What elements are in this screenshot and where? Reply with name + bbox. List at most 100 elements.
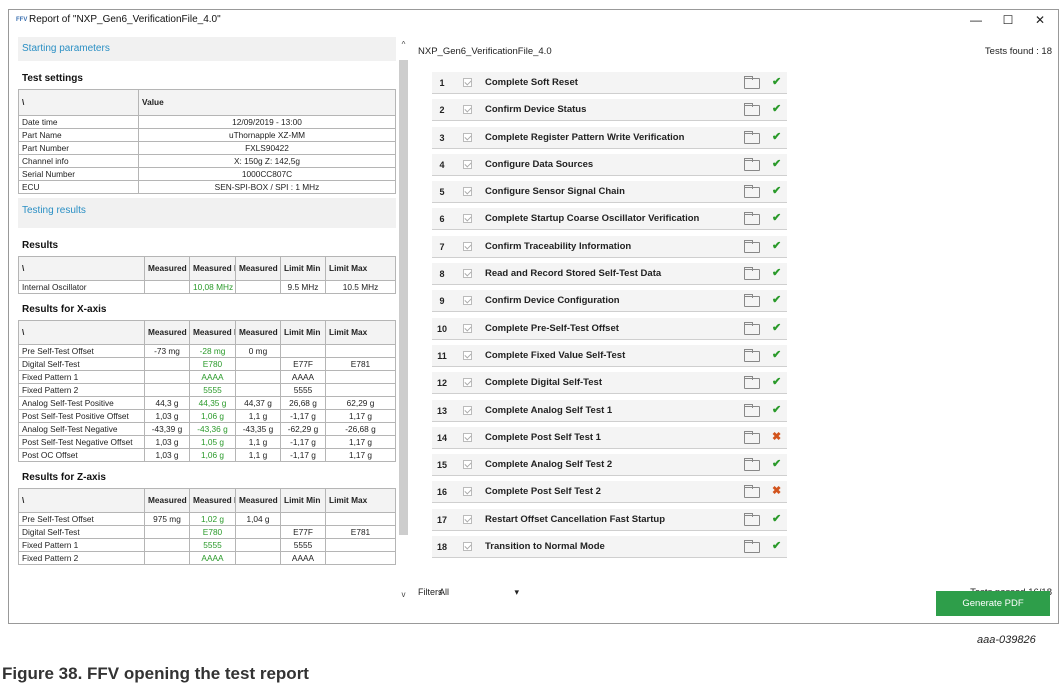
folder-icon[interactable]	[744, 157, 760, 171]
measured-mean: 1,06 g	[189, 409, 236, 423]
checkbox[interactable]	[463, 105, 472, 115]
measured-mean: 1,06 g	[189, 448, 236, 462]
checkbox[interactable]	[463, 350, 472, 360]
folder-icon[interactable]	[744, 540, 760, 554]
testing-results-header[interactable]: Testing results	[18, 198, 396, 228]
folder-icon[interactable]	[744, 485, 760, 499]
test-row[interactable]: 11 Complete Fixed Value Self-Test ✔	[432, 342, 802, 369]
folder-icon[interactable]	[744, 294, 760, 308]
folder-icon[interactable]	[744, 348, 760, 362]
measured-min	[144, 370, 190, 384]
scrollbar-thumb[interactable]	[399, 60, 408, 535]
test-name: Complete Startup Coarse Oscillator Verif…	[485, 213, 700, 225]
table-header-row: \Measured MinMeasured MeanMeasured MaxLi…	[18, 320, 396, 345]
test-row[interactable]: 2 Confirm Device Status ✔	[432, 96, 802, 123]
checkbox[interactable]	[463, 214, 472, 224]
measured-max	[235, 357, 281, 371]
checkbox[interactable]	[463, 405, 472, 415]
test-row[interactable]: 10 Complete Pre-Self-Test Offset ✔	[432, 315, 802, 342]
limit-max	[325, 538, 396, 552]
folder-icon[interactable]	[744, 512, 760, 526]
test-row[interactable]: 17 Restart Offset Cancellation Fast Start…	[432, 506, 802, 533]
measured-max	[235, 538, 281, 552]
limit-max: 1,17 g	[325, 409, 396, 423]
check-icon: ✔	[772, 321, 782, 334]
test-row[interactable]: 5 Configure Sensor Signal Chain ✔	[432, 178, 802, 205]
checkbox[interactable]	[463, 432, 472, 442]
starting-parameters-header[interactable]: Starting parameters	[18, 37, 396, 61]
checkbox[interactable]	[463, 78, 472, 87]
test-row[interactable]: 12 Complete Digital Self-Test ✔	[432, 369, 802, 396]
checkbox[interactable]	[463, 159, 472, 169]
limit-min: 9.5 MHz	[280, 280, 326, 294]
test-settings-title: Test settings	[22, 73, 83, 84]
maximize-icon[interactable]: ☐	[998, 13, 1018, 27]
test-row[interactable]: 7 Confirm Traceability Information ✔	[432, 233, 802, 260]
test-row[interactable]: 15 Complete Analog Self Test 2 ✔	[432, 451, 802, 478]
scroll-down-icon[interactable]: v	[399, 590, 408, 599]
test-row[interactable]: 13 Complete Analog Self Test 1 ✔	[432, 397, 802, 424]
test-row[interactable]: 14 Complete Post Self Test 1 ✖	[432, 424, 802, 451]
folder-icon[interactable]	[744, 376, 760, 390]
scroll-up-icon[interactable]: ^	[399, 40, 408, 49]
limit-min: 5555	[280, 538, 326, 552]
check-icon: ✔	[772, 376, 782, 389]
generate-pdf-button[interactable]: Generate PDF	[936, 591, 1050, 616]
result-name: Fixed Pattern 1	[18, 538, 145, 552]
test-row[interactable]: 16 Complete Post Self Test 2 ✖	[432, 478, 802, 505]
folder-icon[interactable]	[744, 321, 760, 335]
test-name: Complete Post Self Test 1	[485, 431, 601, 443]
measured-min	[144, 525, 190, 539]
test-name: Configure Data Sources	[485, 158, 594, 170]
column-header: \	[18, 256, 145, 281]
test-name: Complete Pre-Self-Test Offset	[485, 322, 619, 334]
checkbox[interactable]	[463, 296, 472, 306]
folder-icon[interactable]	[744, 76, 760, 89]
folder-icon[interactable]	[744, 103, 760, 117]
setting-value: FXLS90422	[138, 141, 396, 155]
column-header: Measured Max	[235, 488, 281, 513]
checkbox[interactable]	[463, 269, 472, 279]
folder-icon[interactable]	[744, 458, 760, 472]
test-row[interactable]: 6 Complete Startup Coarse Oscillator Veri…	[432, 205, 802, 232]
folder-icon[interactable]	[744, 403, 760, 417]
measured-max: 0 mg	[235, 344, 281, 358]
left-scrollbar[interactable]: ^ v	[399, 40, 408, 600]
folder-icon[interactable]	[744, 430, 760, 444]
checkbox[interactable]	[463, 542, 472, 552]
test-row[interactable]: 4 Configure Data Sources ✔	[432, 151, 802, 178]
test-row[interactable]: 8 Read and Record Stored Self-Test Data ✔	[432, 260, 802, 287]
checkbox[interactable]	[463, 132, 472, 142]
test-row[interactable]: 1 Complete Soft Reset ✔	[432, 69, 802, 96]
folder-icon[interactable]	[744, 267, 760, 281]
checkbox[interactable]	[463, 241, 472, 251]
check-icon: ✔	[772, 540, 782, 553]
checkbox[interactable]	[463, 378, 472, 388]
result-name: Analog Self-Test Positive	[18, 396, 145, 410]
test-number: 14	[436, 432, 447, 443]
close-icon[interactable]: ✕	[1030, 13, 1050, 27]
filter-dropdown[interactable]: All ▾	[439, 587, 525, 601]
folder-icon[interactable]	[744, 185, 760, 199]
folder-icon[interactable]	[744, 130, 760, 144]
test-row[interactable]: 3 Complete Register Pattern Write Verific…	[432, 124, 802, 151]
limit-min: 26,68 g	[280, 396, 326, 410]
result-name: Internal Oscillator	[18, 280, 145, 294]
test-number: 3	[439, 132, 445, 143]
checkbox[interactable]	[463, 460, 472, 470]
folder-icon[interactable]	[744, 212, 760, 226]
table-row: Analog Self-Test Positive 44,3 g 44,35 g 44…	[18, 396, 396, 410]
test-row[interactable]: 18 Transition to Normal Mode ✔	[432, 533, 802, 560]
test-name: Complete Fixed Value Self-Test	[485, 349, 626, 361]
checkbox[interactable]	[463, 514, 472, 524]
folder-icon[interactable]	[744, 239, 760, 253]
tests-found: Tests found : 18	[984, 46, 1052, 57]
checkbox[interactable]	[463, 323, 472, 333]
check-icon: ✔	[772, 103, 782, 116]
checkbox[interactable]	[463, 487, 472, 497]
minimize-icon[interactable]: —	[966, 13, 986, 27]
measured-min: 1,03 g	[144, 435, 190, 449]
test-number: 9	[439, 296, 445, 307]
test-row[interactable]: 9 Confirm Device Configuration ✔	[432, 287, 802, 314]
checkbox[interactable]	[463, 187, 472, 197]
